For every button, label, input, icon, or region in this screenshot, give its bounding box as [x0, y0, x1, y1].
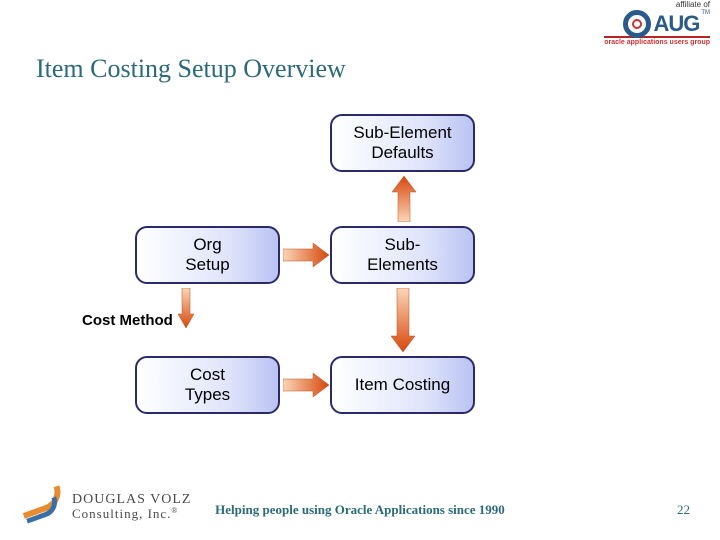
- node-sub-elements: Sub- Elements: [330, 226, 475, 284]
- arrow-down-right-icon: [391, 288, 415, 352]
- arrow-right-2-icon: [283, 373, 329, 397]
- node-item-costing: Item Costing: [330, 356, 475, 414]
- oaug-tm: TM: [701, 10, 710, 16]
- oaug-mark: AUG TM: [623, 10, 710, 38]
- oaug-logo: affiliate of AUG TM oracle applications …: [604, 0, 710, 46]
- oaug-tagline: oracle applications users group: [604, 36, 710, 46]
- footer-tagline: Helping people using Oracle Applications…: [0, 502, 720, 518]
- page-number: 22: [677, 502, 690, 518]
- node-sub-element-defaults: Sub-Element Defaults: [330, 114, 475, 172]
- node-cost-types: Cost Types: [135, 356, 280, 414]
- arrow-right-icon: [283, 243, 329, 267]
- page-title: Item Costing Setup Overview: [36, 54, 346, 84]
- diagram-canvas: Sub-Element Defaults Org Setup Sub- Elem…: [0, 100, 720, 460]
- arrow-down-left-icon: [178, 288, 194, 328]
- oaug-o-icon: [623, 10, 651, 38]
- node-org-setup: Org Setup: [135, 226, 280, 284]
- label-cost-method: Cost Method: [82, 312, 173, 329]
- oaug-letters: AUG: [653, 13, 699, 35]
- oaug-affiliate-text: affiliate of: [676, 0, 710, 9]
- arrow-up-icon: [392, 176, 416, 222]
